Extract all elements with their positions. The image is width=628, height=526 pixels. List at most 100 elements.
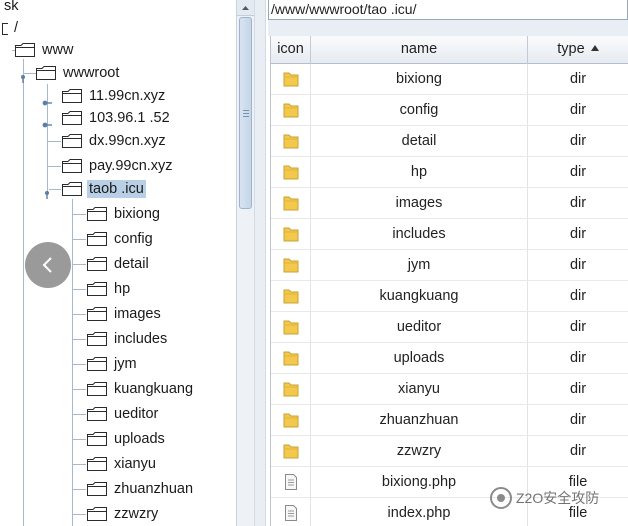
tree-item-site[interactable]: pay.99cn.xyz xyxy=(42,155,175,177)
tree-item-label: dx.99cn.xyz xyxy=(89,133,166,149)
tree-item-folder[interactable]: images xyxy=(72,303,163,325)
cell-type: dir xyxy=(528,312,628,342)
cell-type: dir xyxy=(528,281,628,311)
tree-item-folder[interactable]: xianyu xyxy=(72,453,158,475)
tree-item-folder[interactable]: zhuanzhuan xyxy=(72,478,195,500)
folder-icon xyxy=(87,432,107,446)
folder-icon xyxy=(62,111,82,125)
tree-item-folder[interactable]: hp xyxy=(72,278,132,300)
folder-icon xyxy=(271,374,311,404)
tree-item-root[interactable]: / xyxy=(2,17,20,39)
tree-item-label: taob .icu xyxy=(87,180,146,198)
chevron-left-icon xyxy=(42,257,52,273)
pane-splitter[interactable] xyxy=(254,0,266,526)
folder-icon xyxy=(271,188,311,218)
folder-icon xyxy=(87,382,107,396)
tree-item-folder[interactable]: config xyxy=(72,228,155,250)
scroll-up-button[interactable] xyxy=(237,0,254,16)
tree-item-folder[interactable]: includes xyxy=(72,328,169,350)
tree-item-label: bixiong xyxy=(114,206,160,222)
folder-icon xyxy=(271,343,311,373)
cell-name: jym xyxy=(311,250,528,280)
tree-item-folder[interactable]: zzwzry xyxy=(72,503,160,525)
tree-item-folder[interactable]: bixiong xyxy=(72,203,162,225)
folder-icon xyxy=(87,407,107,421)
table-row[interactable]: bixiong dir xyxy=(271,64,628,95)
back-button[interactable] xyxy=(25,242,71,288)
tree-item-label: jym xyxy=(114,356,137,372)
tree-item-www[interactable]: www xyxy=(12,39,75,61)
tree-item-wwwroot[interactable]: wwwroot xyxy=(18,62,121,84)
wechat-logo-icon xyxy=(490,487,512,509)
tree-item-label: zhuanzhuan xyxy=(114,481,194,497)
folder-icon xyxy=(62,159,82,173)
cell-type: dir xyxy=(528,250,628,280)
table-row[interactable]: kuangkuang dir xyxy=(271,281,628,312)
collapsed-handle-icon[interactable] xyxy=(42,115,52,128)
cell-type: dir xyxy=(528,343,628,373)
file-table[interactable]: icon name type bixiong dir config dir detail… xyxy=(270,36,628,526)
folder-icon xyxy=(62,89,82,103)
column-header-type[interactable]: type xyxy=(528,36,628,64)
folder-icon xyxy=(271,405,311,435)
toolbar-gap xyxy=(268,20,628,36)
tree-item-label: pay.99cn.xyz xyxy=(89,158,173,174)
table-row[interactable]: jym dir xyxy=(271,250,628,281)
table-row[interactable]: hp dir xyxy=(271,157,628,188)
tree-item-label: detail xyxy=(114,256,149,272)
table-row[interactable]: uploads dir xyxy=(271,343,628,374)
tree-item-site[interactable]: dx.99cn.xyz xyxy=(42,130,168,152)
folder-icon xyxy=(87,457,107,471)
table-body: bixiong dir config dir detail dir hp dir images d… xyxy=(271,64,628,526)
cell-type: dir xyxy=(528,405,628,435)
cell-type: dir xyxy=(528,126,628,156)
tree-item-folder[interactable]: ueditor xyxy=(72,403,160,425)
table-row[interactable]: images dir xyxy=(271,188,628,219)
table-row[interactable]: zhuanzhuan dir xyxy=(271,405,628,436)
tree-item-site[interactable]: 103.96.1 .52 xyxy=(42,107,172,129)
tree-item-label: wwwroot xyxy=(63,65,120,81)
cell-name: zhuanzhuan xyxy=(311,405,528,435)
cell-type: dir xyxy=(528,157,628,187)
table-row[interactable]: config dir xyxy=(271,95,628,126)
tree-item-folder[interactable]: uploads xyxy=(72,428,167,450)
tree-item-label: 11.99cn.xyz xyxy=(89,88,166,104)
tree-item-label: uploads xyxy=(114,431,165,447)
cell-name: xianyu xyxy=(311,374,528,404)
tree-item-site[interactable]: 11.99cn.xyz xyxy=(42,85,167,107)
cell-type: dir xyxy=(528,436,628,466)
tree-scrollbar[interactable] xyxy=(236,0,254,526)
table-row[interactable]: ueditor dir xyxy=(271,312,628,343)
cell-name: kuangkuang xyxy=(311,281,528,311)
column-header-icon[interactable]: icon xyxy=(271,36,311,64)
folder-icon xyxy=(87,357,107,371)
tree-item-partial[interactable]: sk xyxy=(2,0,21,17)
cell-type: dir xyxy=(528,219,628,249)
folder-open-icon xyxy=(36,66,56,80)
tree-item-folder[interactable]: kuangkuang xyxy=(72,378,195,400)
folder-icon xyxy=(87,482,107,496)
folder-icon xyxy=(271,281,311,311)
column-header-name[interactable]: name xyxy=(311,36,528,64)
tree-scrollbar-thumb[interactable] xyxy=(239,17,252,209)
cell-name: includes xyxy=(311,219,528,249)
folder-icon xyxy=(271,95,311,125)
tree-item-site-selected[interactable]: taob .icu xyxy=(42,178,146,200)
collapsed-handle-icon[interactable] xyxy=(42,93,52,106)
folder-icon xyxy=(87,307,107,321)
tree-item-folder[interactable]: detail xyxy=(72,253,151,275)
table-row[interactable]: includes dir xyxy=(271,219,628,250)
path-input[interactable]: /www/wwwroot/tao .icu/ xyxy=(268,0,628,20)
table-row[interactable]: xianyu dir xyxy=(271,374,628,405)
tree-item-folder[interactable]: jym xyxy=(72,353,139,375)
table-row[interactable]: zzwzry dir xyxy=(271,436,628,467)
sort-ascending-icon xyxy=(590,45,599,51)
tree-item-label: / xyxy=(14,20,19,36)
tree-item-label: www xyxy=(42,42,74,58)
cell-name: hp xyxy=(311,157,528,187)
table-row[interactable]: detail dir xyxy=(271,126,628,157)
folder-icon xyxy=(271,250,311,280)
tree-item-label: sk xyxy=(4,0,19,14)
cell-name: ueditor xyxy=(311,312,528,342)
file-icon xyxy=(271,498,311,526)
